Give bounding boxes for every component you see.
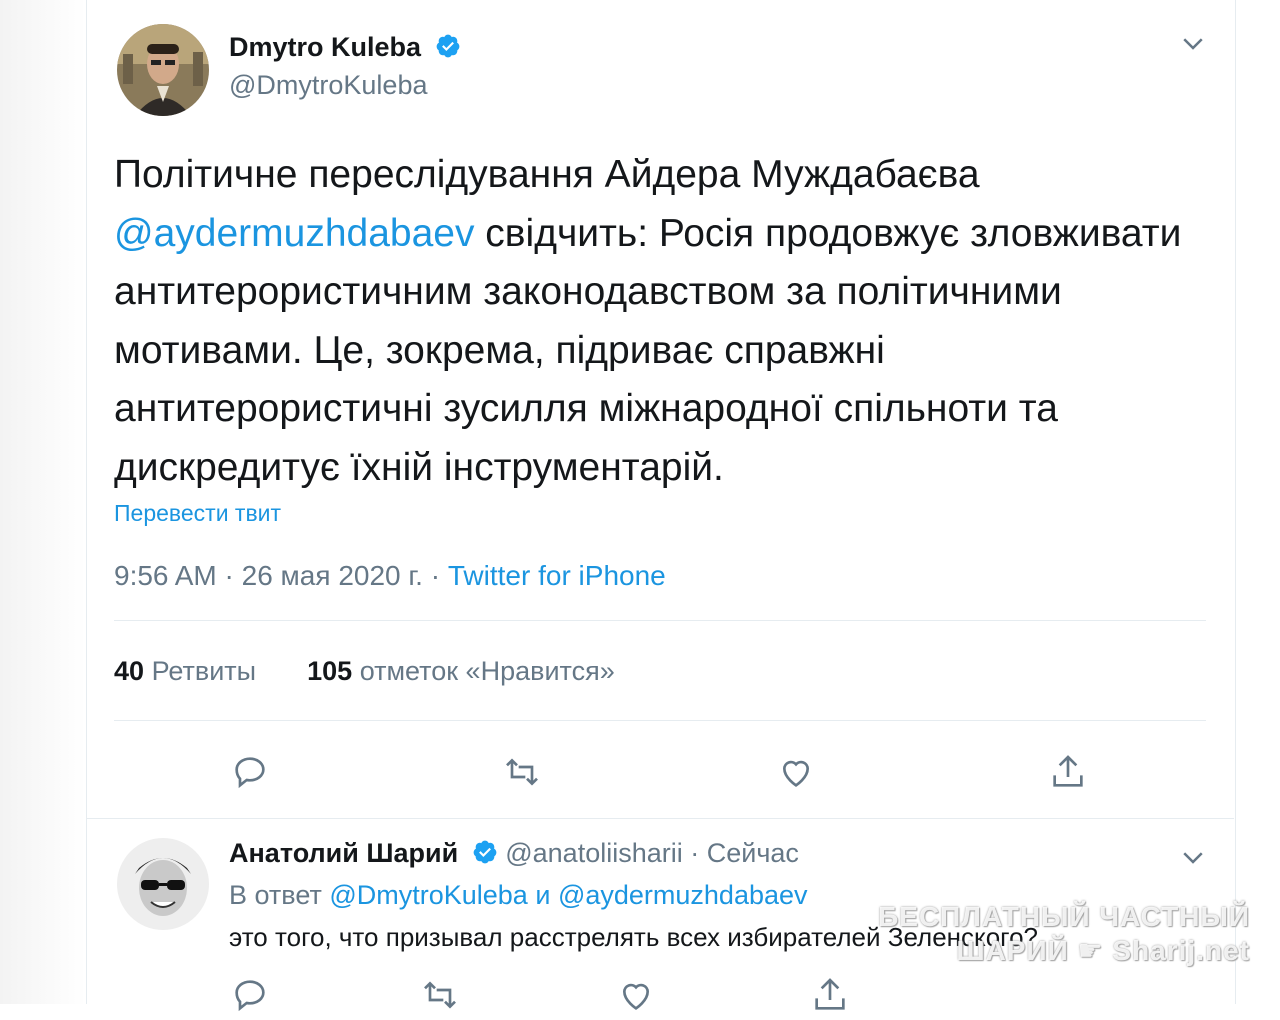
- author-handle[interactable]: @DmytroKuleba: [229, 70, 427, 101]
- author-name[interactable]: Dmytro Kuleba: [229, 32, 461, 66]
- share-icon[interactable]: [1048, 752, 1088, 792]
- like-icon[interactable]: [776, 752, 816, 792]
- translate-link[interactable]: Перевести твит: [114, 500, 281, 527]
- divider: [114, 720, 1206, 721]
- tweet-source[interactable]: Twitter for iPhone: [448, 560, 666, 591]
- reply-mention-1[interactable]: @DmytroKuleba: [329, 880, 527, 910]
- likes-count: 105: [307, 656, 353, 686]
- reply-icon[interactable]: [230, 975, 270, 1015]
- tweet-text: Політичне переслідування Айдера Муждабає…: [114, 146, 1214, 497]
- mention-link[interactable]: @aydermuzhdabaev: [114, 212, 474, 255]
- watermark: БЕСПЛАТНЫЙ ЧАСТНЫЙ ШАРИЙ ☛ Sharij.net: [878, 900, 1250, 968]
- meta-separator: ·: [430, 560, 448, 591]
- watermark-line3: Sharij.net: [1112, 935, 1250, 966]
- like-icon[interactable]: [616, 975, 656, 1015]
- author-avatar[interactable]: [117, 24, 209, 116]
- watermark-line1: БЕСПЛАТНЫЙ ЧАСТНЫЙ: [878, 901, 1250, 932]
- reply-and: и: [535, 880, 551, 910]
- chevron-down-icon[interactable]: [1178, 842, 1208, 872]
- watermark-line2: ШАРИЙ: [956, 935, 1069, 966]
- divider: [86, 818, 1234, 819]
- chevron-down-icon[interactable]: [1178, 28, 1208, 58]
- reply-mention-2[interactable]: @aydermuzhdabaev: [558, 880, 808, 910]
- reply-icon[interactable]: [230, 752, 270, 792]
- reply-author-name[interactable]: Анатолий Шарий: [229, 838, 458, 868]
- likes-label: отметок «Нравится»: [359, 656, 615, 686]
- likes-stat[interactable]: 105 отметок «Нравится»: [307, 656, 615, 686]
- retweets-stat[interactable]: 40 Ретвиты: [114, 656, 256, 686]
- reply-author-handle[interactable]: @anatoliisharii: [505, 838, 683, 868]
- tweet-stats: 40 Ретвиты 105 отметок «Нравится»: [114, 656, 615, 687]
- tweet-text-line1: Політичне переслідування Айдера Муждабає…: [114, 153, 980, 196]
- hand-pointer-icon: ☛: [1077, 935, 1104, 966]
- verified-badge-icon: [435, 33, 461, 66]
- author-name-text[interactable]: Dmytro Kuleba: [229, 32, 421, 62]
- divider: [114, 620, 1206, 621]
- background-shade: [0, 0, 86, 1004]
- tweet-meta: 9:56 AM · 26 мая 2020 г. · Twitter for i…: [114, 560, 666, 592]
- share-icon[interactable]: [810, 975, 850, 1015]
- tweet-time[interactable]: 9:56 AM: [114, 560, 217, 591]
- retweet-icon[interactable]: [420, 975, 460, 1015]
- tweet-date[interactable]: 26 мая 2020 г.: [242, 560, 423, 591]
- reply-time[interactable]: Сейчас: [707, 838, 799, 868]
- retweets-count: 40: [114, 656, 145, 686]
- reply-author-avatar[interactable]: [117, 838, 209, 930]
- verified-badge-icon: [472, 839, 498, 872]
- reply-prefix: В ответ: [229, 880, 322, 910]
- reply-header: Анатолий Шарий @anatoliisharii · Сейчас: [229, 838, 799, 872]
- meta-separator: ·: [690, 838, 707, 868]
- retweets-label: Ретвиты: [151, 656, 257, 686]
- reply-to-line: В ответ @DmytroKuleba и @aydermuzhdabaev: [229, 880, 808, 911]
- meta-separator: ·: [224, 560, 242, 591]
- retweet-icon[interactable]: [502, 752, 542, 792]
